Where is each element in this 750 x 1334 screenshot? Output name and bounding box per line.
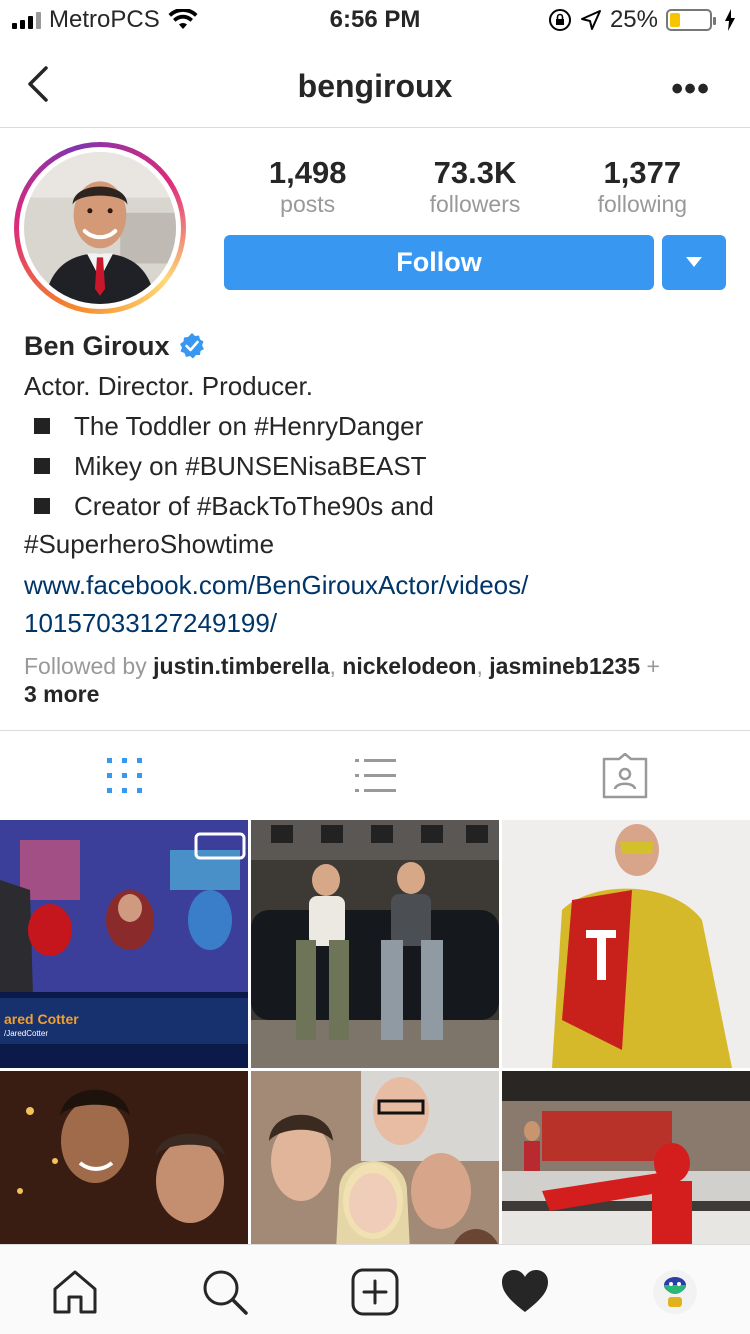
bottom-tab-bar bbox=[0, 1244, 750, 1334]
following-label: following bbox=[597, 191, 688, 217]
following-count: 1,377 bbox=[603, 155, 682, 190]
post-overlay-handle: /JaredCotter bbox=[4, 1029, 48, 1038]
bio-line: The Toddler on #HenryDanger bbox=[74, 411, 424, 441]
bio-line: Creator of #BackToThe90s and bbox=[74, 491, 434, 521]
bio-line: Actor. Director. Producer. bbox=[24, 371, 314, 401]
black-square-icon bbox=[34, 498, 50, 514]
profile-bio: Ben Giroux Actor. Director. Producer. Th… bbox=[24, 326, 724, 708]
post-thumbnail[interactable]: ared Cotter /JaredCotter bbox=[0, 820, 248, 1068]
mutual-follower[interactable]: justin.timberella bbox=[153, 653, 329, 679]
stat-posts[interactable]: 1,498 posts bbox=[224, 156, 391, 218]
verified-badge-icon bbox=[179, 333, 204, 359]
black-square-icon bbox=[34, 458, 50, 474]
battery-percent: 25% bbox=[609, 6, 658, 33]
search-icon[interactable] bbox=[200, 1267, 250, 1317]
profile-full-name: Ben Giroux bbox=[24, 331, 170, 361]
profile-avatar-icon[interactable] bbox=[650, 1267, 700, 1317]
post-thumbnail[interactable] bbox=[502, 820, 750, 1068]
followers-label: followers bbox=[429, 191, 521, 217]
profile-username-title: bengiroux bbox=[297, 68, 453, 104]
list-view-icon[interactable] bbox=[350, 753, 400, 799]
black-square-icon bbox=[34, 418, 50, 434]
follow-button[interactable]: Follow bbox=[224, 235, 654, 290]
stat-followers[interactable]: 73.3K followers bbox=[391, 156, 558, 218]
stat-following[interactable]: 1,377 following bbox=[559, 156, 726, 218]
post-thumbnail[interactable] bbox=[251, 1071, 499, 1244]
post-overlay-name: ared Cotter bbox=[4, 1011, 79, 1027]
profile-view-tabs bbox=[0, 730, 750, 820]
status-bar: MetroPCS 6:56 PM 25% bbox=[0, 0, 750, 40]
post-thumbnail[interactable] bbox=[0, 1071, 248, 1244]
post-thumbnail[interactable] bbox=[502, 1071, 750, 1244]
mutual-follower[interactable]: jasmineb1235 bbox=[489, 653, 640, 679]
home-icon[interactable] bbox=[50, 1267, 100, 1317]
website-link-continued[interactable]: 10157033127249199/ bbox=[24, 604, 724, 642]
profile-stats: 1,498 posts 73.3K followers 1,377 follow… bbox=[224, 156, 726, 218]
bio-line: #SuperheroShowtime bbox=[24, 529, 275, 559]
tagged-photos-icon[interactable] bbox=[600, 753, 650, 799]
grid-view-icon[interactable] bbox=[100, 753, 150, 799]
bio-line: Mikey on #BUNSENisaBEAST bbox=[74, 451, 427, 481]
more-followers-link[interactable]: 3 more bbox=[24, 681, 99, 707]
rotation-lock-icon bbox=[548, 9, 571, 31]
more-options-icon[interactable]: ••• bbox=[671, 70, 710, 109]
activity-heart-icon[interactable] bbox=[500, 1267, 550, 1317]
location-icon bbox=[580, 10, 601, 30]
navigation-bar: bengiroux ••• bbox=[0, 40, 750, 128]
charging-icon bbox=[725, 9, 735, 31]
followers-count: 73.3K bbox=[433, 155, 517, 190]
followed-by[interactable]: Followed by justin.timberella, nickelode… bbox=[24, 652, 724, 708]
post-thumbnail[interactable] bbox=[251, 820, 499, 1068]
avatar bbox=[24, 152, 176, 304]
avatar-story-ring[interactable] bbox=[14, 142, 186, 314]
website-link[interactable]: www.facebook.com/BenGirouxActor/videos/ bbox=[24, 566, 724, 604]
new-post-icon[interactable] bbox=[350, 1267, 400, 1317]
mutual-follower[interactable]: nickelodeon bbox=[342, 653, 476, 679]
chevron-down-icon bbox=[686, 257, 702, 267]
post-grid: ared Cotter /JaredCotter bbox=[0, 820, 750, 1244]
posts-count: 1,498 bbox=[268, 155, 347, 190]
battery-icon bbox=[666, 9, 716, 31]
suggested-accounts-dropdown-button[interactable] bbox=[662, 235, 726, 290]
posts-label: posts bbox=[280, 191, 336, 217]
